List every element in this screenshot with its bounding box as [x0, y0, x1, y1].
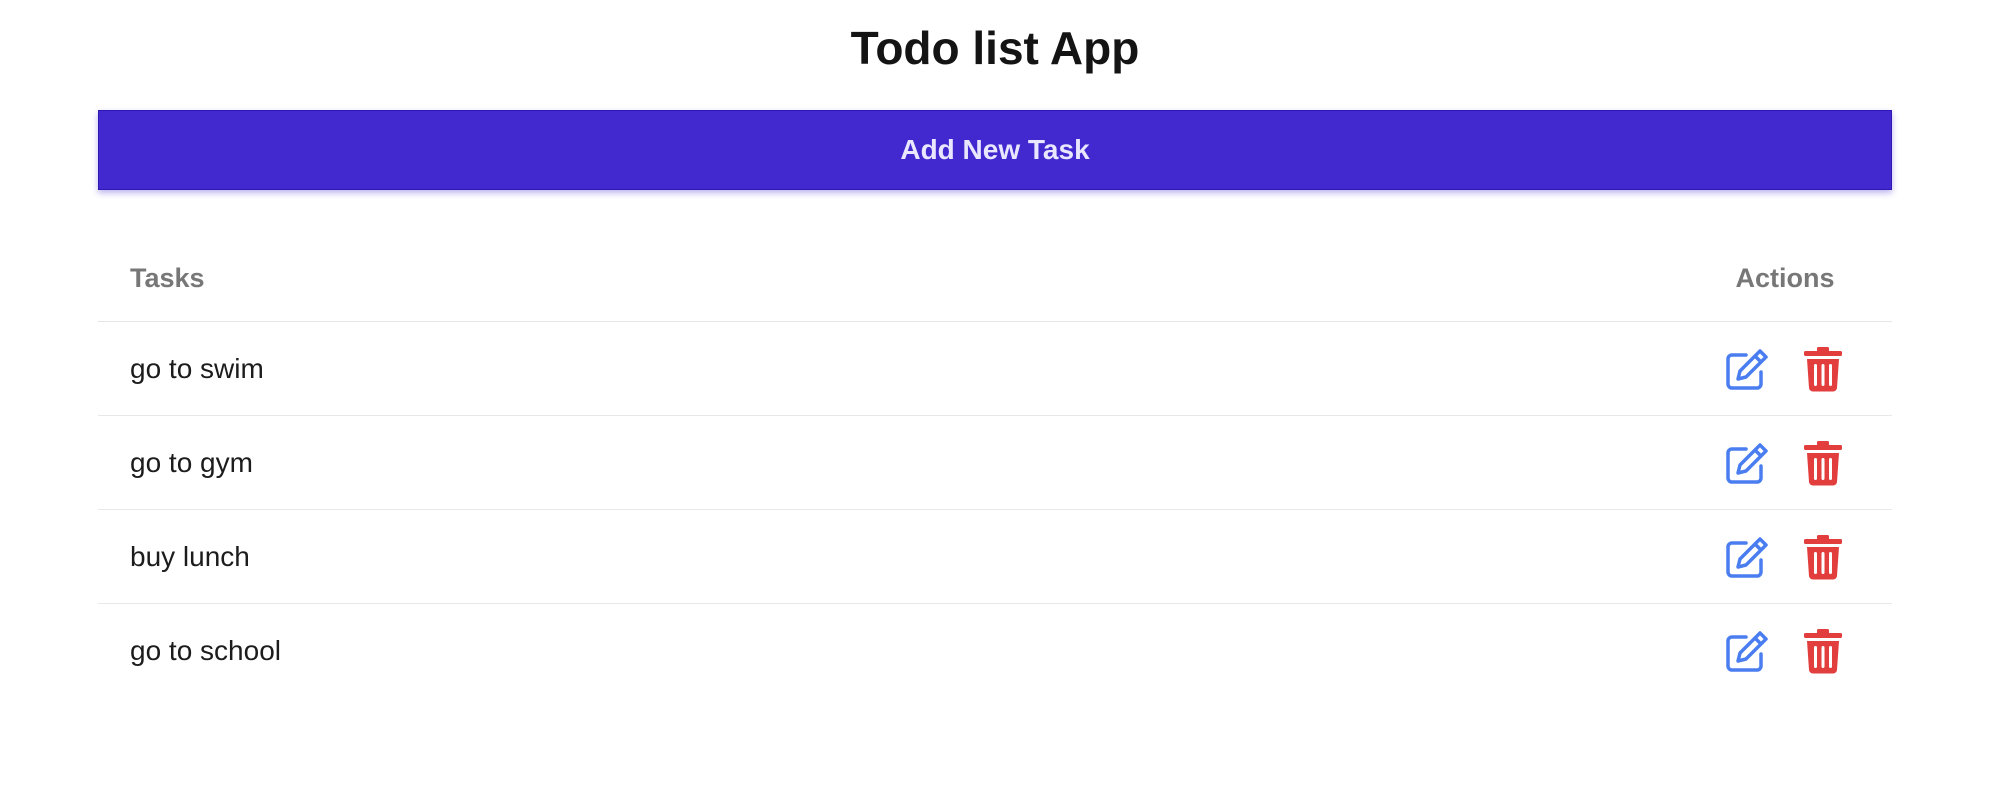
- tasks-header-label: Tasks: [130, 262, 205, 293]
- edit-icon: [1726, 536, 1768, 578]
- edit-button[interactable]: [1724, 346, 1770, 392]
- table-row: go to gym: [98, 416, 1892, 510]
- edit-icon: [1726, 630, 1768, 672]
- task-name: go to gym: [130, 446, 253, 478]
- row-actions: [1692, 534, 1892, 580]
- todo-app: Todo list App Add New Task Tasks Actions…: [0, 0, 1990, 790]
- task-name: go to school: [130, 634, 281, 666]
- row-actions: [1692, 628, 1892, 674]
- actions-header-label: Actions: [1735, 262, 1835, 293]
- trash-icon: [1804, 346, 1842, 392]
- edit-button[interactable]: [1724, 628, 1770, 674]
- delete-button[interactable]: [1800, 346, 1846, 392]
- trash-icon: [1804, 628, 1842, 674]
- delete-button[interactable]: [1800, 440, 1846, 486]
- page-title: Todo list App: [850, 22, 1140, 74]
- table-header: Tasks Actions: [98, 235, 1892, 322]
- row-actions: [1692, 440, 1892, 486]
- tasks-column-header: Tasks: [98, 263, 1692, 294]
- delete-button[interactable]: [1800, 628, 1846, 674]
- trash-icon: [1804, 534, 1842, 580]
- table-row: go to swim: [98, 322, 1892, 416]
- row-actions: [1692, 346, 1892, 392]
- edit-button[interactable]: [1724, 440, 1770, 486]
- trash-icon: [1804, 440, 1842, 486]
- task-table: Tasks Actions go to swim go to gym buy l…: [98, 235, 1892, 697]
- actions-column-header: Actions: [1692, 263, 1892, 294]
- task-name: go to swim: [130, 352, 264, 384]
- add-new-task-button[interactable]: Add New Task: [98, 110, 1892, 190]
- edit-icon: [1726, 348, 1768, 390]
- table-row: buy lunch: [98, 510, 1892, 604]
- task-name: buy lunch: [130, 540, 250, 572]
- delete-button[interactable]: [1800, 534, 1846, 580]
- edit-button[interactable]: [1724, 534, 1770, 580]
- edit-icon: [1726, 442, 1768, 484]
- table-row: go to school: [98, 604, 1892, 697]
